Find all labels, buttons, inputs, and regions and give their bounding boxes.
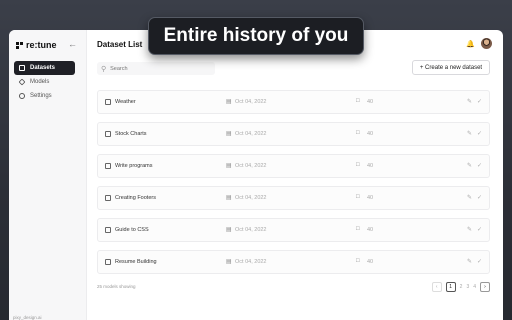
sidebar-item-datasets[interactable]: Datasets	[14, 61, 75, 75]
calendar-icon: ▤	[226, 227, 232, 233]
main-content: Dataset List 🔔 ⚲ + Create a new dataset …	[87, 30, 503, 320]
next-page-button[interactable]: ›	[480, 282, 490, 292]
search-icon: ⚲	[101, 65, 107, 73]
app-window: re:tune ← Datasets Models Settings pixy_…	[9, 30, 503, 320]
dataset-date: Oct 04, 2022	[235, 131, 267, 137]
avatar[interactable]	[481, 38, 492, 49]
table-icon	[105, 131, 111, 137]
gear-icon	[19, 93, 25, 99]
dataset-date: Oct 04, 2022	[235, 227, 267, 233]
table-row[interactable]: Guide to CSS ▤ Oct 04, 2022 □ 40 ✎ ✓	[97, 218, 490, 242]
dataset-date: Oct 04, 2022	[235, 259, 267, 265]
calendar-icon: ▤	[226, 99, 232, 105]
check-circle-icon[interactable]: ✓	[477, 98, 482, 105]
sidebar-footer-note: pixy_design.ai	[13, 315, 42, 320]
dataset-count: 40	[367, 195, 374, 201]
calendar-icon: ▤	[226, 163, 232, 169]
dataset-name: Resume Building	[115, 259, 157, 265]
table-row[interactable]: Stock Charts ▤ Oct 04, 2022 □ 40 ✎ ✓	[97, 122, 490, 146]
dataset-date: Oct 04, 2022	[235, 195, 267, 201]
table-row[interactable]: Write programs ▤ Oct 04, 2022 □ 40 ✎ ✓	[97, 154, 490, 178]
check-circle-icon[interactable]: ✓	[477, 226, 482, 233]
table-icon	[105, 259, 111, 265]
check-circle-icon[interactable]: ✓	[477, 162, 482, 169]
edit-icon[interactable]: ✎	[467, 98, 472, 105]
document-icon: □	[356, 226, 360, 232]
dataset-date: Oct 04, 2022	[235, 99, 267, 105]
check-circle-icon[interactable]: ✓	[477, 130, 482, 137]
page-button[interactable]: 4	[473, 284, 476, 290]
document-icon: □	[356, 98, 360, 104]
logo-text: re:tune	[26, 40, 57, 50]
edit-icon[interactable]: ✎	[467, 258, 472, 265]
cube-icon	[18, 78, 26, 86]
promo-banner: Entire history of you	[148, 17, 364, 55]
sidebar: re:tune ← Datasets Models Settings pixy_…	[9, 30, 87, 320]
sidebar-item-label: Models	[30, 79, 50, 85]
page-button[interactable]: 2	[460, 284, 463, 290]
document-icon: □	[356, 162, 360, 168]
edit-icon[interactable]: ✎	[467, 162, 472, 169]
table-icon	[105, 99, 111, 105]
edit-icon[interactable]: ✎	[467, 226, 472, 233]
logo: re:tune	[16, 40, 57, 50]
calendar-icon: ▤	[226, 131, 232, 137]
document-icon: □	[356, 194, 360, 200]
table-row[interactable]: Weather ▤ Oct 04, 2022 □ 40 ✎ ✓	[97, 90, 490, 114]
create-dataset-button[interactable]: + Create a new dataset	[412, 60, 490, 75]
table-icon	[105, 227, 111, 233]
sidebar-item-label: Settings	[30, 93, 52, 99]
check-circle-icon[interactable]: ✓	[477, 194, 482, 201]
table-row[interactable]: Resume Building ▤ Oct 04, 2022 □ 40 ✎ ✓	[97, 250, 490, 274]
collapse-sidebar-icon[interactable]: ←	[68, 39, 77, 49]
dataset-name: Stock Charts	[115, 131, 147, 137]
document-icon: □	[356, 130, 360, 136]
pagination: ‹ 1 2 3 4 ›	[431, 282, 490, 292]
table-icon	[105, 163, 111, 169]
dataset-count: 40	[367, 131, 374, 137]
dataset-date: Oct 04, 2022	[235, 163, 267, 169]
calendar-icon: ▤	[226, 195, 232, 201]
dataset-name: Guide to CSS	[115, 227, 149, 233]
sidebar-item-label: Datasets	[30, 65, 56, 71]
logo-mark-icon	[16, 41, 23, 49]
edit-icon[interactable]: ✎	[467, 194, 472, 201]
dataset-name: Weather	[115, 99, 136, 105]
table-icon	[19, 65, 25, 71]
dataset-count: 40	[367, 163, 374, 169]
dataset-count: 40	[367, 99, 374, 105]
dataset-name: Write programs	[115, 163, 153, 169]
prev-page-button[interactable]: ‹	[431, 282, 442, 292]
sidebar-item-settings[interactable]: Settings	[14, 89, 75, 103]
check-circle-icon[interactable]: ✓	[477, 258, 482, 265]
banner-text: Entire history of you	[163, 25, 349, 46]
page-button[interactable]: 3	[466, 284, 469, 290]
models-showing-count: 25 models showing	[97, 284, 136, 289]
dataset-count: 40	[367, 227, 374, 233]
edit-icon[interactable]: ✎	[467, 130, 472, 137]
dataset-name: Creating Footers	[115, 195, 156, 201]
search-box[interactable]: ⚲	[97, 62, 215, 75]
page-button-current[interactable]: 1	[445, 282, 456, 292]
table-row[interactable]: Creating Footers ▤ Oct 04, 2022 □ 40 ✎ ✓	[97, 186, 490, 210]
calendar-icon: ▤	[226, 259, 232, 265]
bell-icon[interactable]: 🔔	[466, 40, 475, 48]
dataset-count: 40	[367, 259, 374, 265]
page-title: Dataset List	[97, 40, 143, 49]
search-input[interactable]	[110, 65, 207, 72]
table-icon	[105, 195, 111, 201]
document-icon: □	[356, 258, 360, 264]
sidebar-item-models[interactable]: Models	[14, 75, 75, 89]
